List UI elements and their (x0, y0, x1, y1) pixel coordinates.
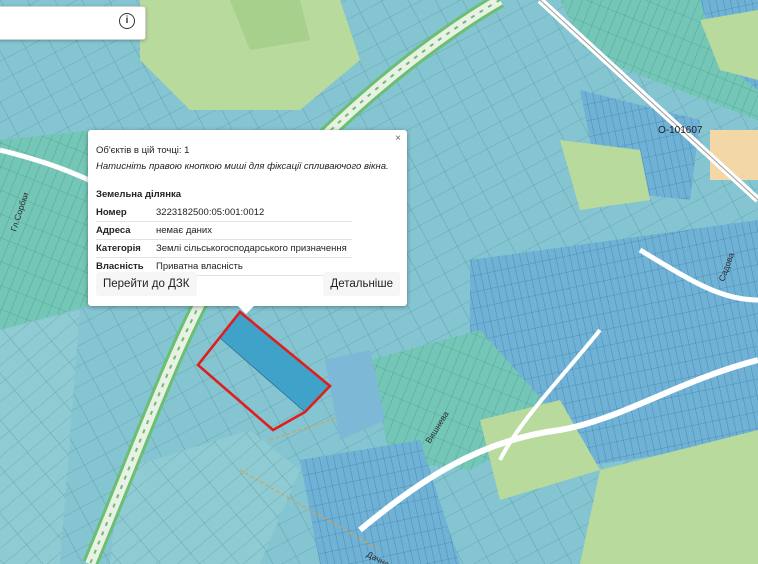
parcel-info-popup: × Об'єктів в цій точці: 1 Натисніть прав… (88, 130, 407, 306)
table-row: Номер 3223182500:05:001:0012 (96, 204, 352, 222)
table-row: Адреса немає даних (96, 221, 352, 240)
attr-value: немає даних (156, 221, 352, 240)
popup-pointer (237, 305, 255, 314)
details-button[interactable]: Детальніше (323, 272, 400, 296)
attr-value: Землі сільськогосподарського призначення (156, 239, 352, 258)
attr-key: Адреса (96, 221, 156, 240)
info-circle-icon[interactable]: i (119, 13, 135, 29)
go-to-dzk-button[interactable]: Перейти до ДЗК (96, 272, 197, 296)
attr-key: Номер (96, 204, 156, 222)
object-count-text: Об'єктів в цій точці: 1 (96, 145, 190, 156)
popup-hint-text: Натисніть правою кнопкою миші для фіксац… (96, 161, 389, 172)
parcel-attributes-table: Номер 3223182500:05:001:0012 Адреса нема… (96, 204, 352, 276)
close-icon[interactable]: × (395, 133, 401, 144)
attr-value: 3223182500:05:001:0012 (156, 204, 352, 222)
attr-key: Категорія (96, 239, 156, 258)
section-title: Земельна ділянка (96, 189, 181, 200)
search-box[interactable]: i (0, 6, 146, 40)
table-row: Категорія Землі сільськогосподарського п… (96, 239, 352, 258)
road-code-label: О-101607 (658, 125, 703, 136)
